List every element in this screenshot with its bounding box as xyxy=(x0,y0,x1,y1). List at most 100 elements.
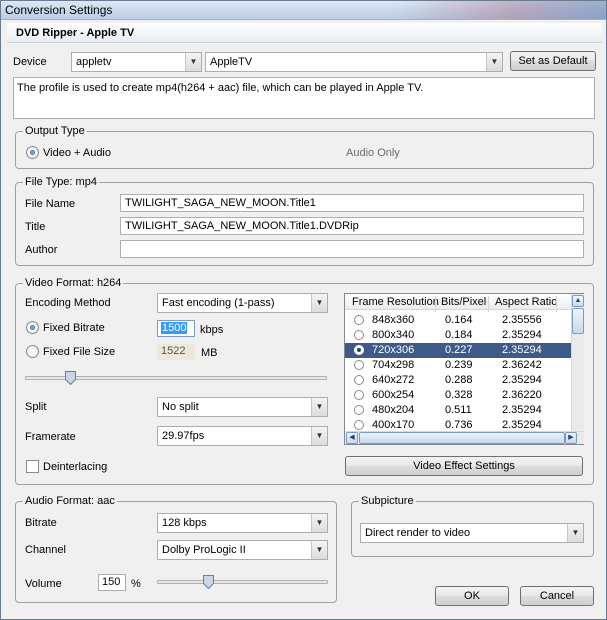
column-header-bits-pixel[interactable]: Bits/Pixel xyxy=(441,296,486,308)
deinterlacing-checkbox[interactable] xyxy=(26,460,39,473)
bits-pixel-cell: 0.239 xyxy=(445,359,473,371)
title-bar[interactable]: Conversion Settings xyxy=(1,1,606,20)
fixed-file-size-radio[interactable] xyxy=(26,345,39,358)
frame-resolution-cell: 720x306 xyxy=(372,344,415,356)
aspect-ratio-cell: 2.35294 xyxy=(502,344,542,356)
audio-bitrate-value: 128 kbps xyxy=(162,517,207,529)
aspect-ratio-cell: 2.36242 xyxy=(502,359,542,371)
audio-bitrate-select[interactable]: 128 kbps ▼ xyxy=(157,513,328,533)
frame-resolution-cell: 640x272 xyxy=(372,374,415,386)
bits-pixel-cell: 0.288 xyxy=(445,374,473,386)
device-category-select[interactable]: appletv ▼ xyxy=(71,52,202,72)
row-radio[interactable] xyxy=(354,420,364,430)
aspect-ratio-cell: 2.35294 xyxy=(502,374,542,386)
table-row[interactable]: 640x272 0.288 2.35294 xyxy=(345,373,571,388)
frame-resolution-cell: 400x170 xyxy=(372,419,415,431)
vertical-scrollbar[interactable]: ▲ xyxy=(571,294,584,431)
device-profile-value: AppleTV xyxy=(210,56,253,68)
column-separator xyxy=(556,296,557,312)
horizontal-scroll-thumb[interactable] xyxy=(359,432,565,444)
channel-select[interactable]: Dolby ProLogic II ▼ xyxy=(157,540,328,560)
row-radio[interactable] xyxy=(354,405,364,415)
fixed-bitrate-label[interactable]: Fixed Bitrate xyxy=(43,322,105,334)
table-row[interactable]: 848x360 0.164 2.35556 xyxy=(345,313,571,328)
device-label: Device xyxy=(13,56,47,68)
scroll-up-icon[interactable]: ▲ xyxy=(572,295,584,307)
aspect-ratio-cell: 2.35294 xyxy=(502,404,542,416)
profile-header: DVD Ripper - Apple TV xyxy=(7,23,602,43)
encoding-method-select[interactable]: Fast encoding (1-pass) ▼ xyxy=(157,293,328,313)
fixed-bitrate-radio[interactable] xyxy=(26,321,39,334)
chevron-down-icon: ▼ xyxy=(311,541,327,559)
row-radio[interactable] xyxy=(354,330,364,340)
table-row[interactable]: 480x204 0.511 2.35294 xyxy=(345,403,571,418)
scroll-left-icon[interactable]: ◀ xyxy=(346,432,358,444)
aspect-ratio-cell: 2.35294 xyxy=(502,419,542,431)
column-separator xyxy=(435,296,436,312)
row-radio[interactable] xyxy=(354,375,364,385)
chevron-down-icon: ▼ xyxy=(311,514,327,532)
horizontal-scrollbar[interactable]: ◀ ▶ xyxy=(345,431,584,444)
author-label: Author xyxy=(25,244,58,256)
volume-slider-thumb[interactable] xyxy=(203,575,215,589)
volume-value: 150 xyxy=(102,576,121,588)
resolution-table[interactable]: Frame Resolution Bits/Pixel Aspect Ratio… xyxy=(344,293,584,445)
title-label: Title xyxy=(25,221,46,233)
bitrate-slider-thumb[interactable] xyxy=(65,371,77,385)
aspect-ratio-cell: 2.35294 xyxy=(502,329,542,341)
bits-pixel-cell: 0.184 xyxy=(445,329,473,341)
row-radio[interactable] xyxy=(354,315,364,325)
bits-pixel-cell: 0.328 xyxy=(445,389,473,401)
row-radio[interactable] xyxy=(354,390,364,400)
set-as-default-button[interactable]: Set as Default xyxy=(510,51,596,71)
fixed-bitrate-input[interactable]: 1500 xyxy=(157,320,195,337)
subpicture-value: Direct render to video xyxy=(365,527,471,539)
channel-label: Channel xyxy=(25,544,66,556)
ok-button[interactable]: OK xyxy=(435,586,509,606)
chevron-down-icon: ▼ xyxy=(567,524,583,542)
fixed-file-size-label[interactable]: Fixed File Size xyxy=(43,346,115,358)
table-row[interactable]: 704x298 0.239 2.36242 xyxy=(345,358,571,373)
file-name-label: File Name xyxy=(25,198,76,210)
framerate-select[interactable]: 29.97fps ▼ xyxy=(157,426,328,446)
row-radio[interactable] xyxy=(354,360,364,370)
chevron-down-icon: ▼ xyxy=(311,294,327,312)
channel-value: Dolby ProLogic II xyxy=(162,544,246,556)
author-field[interactable] xyxy=(120,240,584,258)
cancel-button[interactable]: Cancel xyxy=(520,586,594,606)
resolution-table-header: Frame Resolution Bits/Pixel Aspect Ratio xyxy=(345,294,571,312)
scroll-right-icon[interactable]: ▶ xyxy=(565,432,577,444)
video-audio-radio[interactable] xyxy=(26,146,39,159)
video-audio-label[interactable]: Video + Audio xyxy=(43,147,111,159)
fixed-file-size-input[interactable]: 1522 xyxy=(157,344,195,360)
file-name-field[interactable]: TWILIGHT_SAGA_NEW_MOON.Title1 xyxy=(120,194,584,212)
profile-description-text: The profile is used to create mp4(h264 +… xyxy=(17,82,424,94)
volume-slider-track[interactable] xyxy=(157,580,328,584)
split-value: No split xyxy=(162,401,199,413)
bits-pixel-cell: 0.736 xyxy=(445,419,473,431)
conversion-settings-window: Conversion Settings DVD Ripper - Apple T… xyxy=(0,0,607,620)
split-select[interactable]: No split ▼ xyxy=(157,397,328,417)
volume-unit: % xyxy=(131,578,141,590)
split-label: Split xyxy=(25,401,47,413)
bits-pixel-cell: 0.511 xyxy=(445,404,472,416)
table-row[interactable]: 600x254 0.328 2.36220 xyxy=(345,388,571,403)
audio-only-option[interactable]: Audio Only xyxy=(346,147,400,159)
subpicture-select[interactable]: Direct render to video ▼ xyxy=(360,523,584,543)
deinterlacing-label[interactable]: Deinterlacing xyxy=(43,461,107,473)
title-bar-glare xyxy=(396,1,606,19)
column-header-frame-resolution[interactable]: Frame Resolution xyxy=(352,296,439,308)
column-header-aspect-ratio[interactable]: Aspect Ratio xyxy=(495,296,557,308)
device-profile-select[interactable]: AppleTV ▼ xyxy=(205,52,503,72)
volume-input[interactable]: 150 xyxy=(98,574,126,591)
row-radio[interactable] xyxy=(354,345,364,355)
bitrate-unit: kbps xyxy=(200,324,224,336)
audio-bitrate-label: Bitrate xyxy=(25,517,57,529)
table-row[interactable]: 800x340 0.184 2.35294 xyxy=(345,328,571,343)
table-row[interactable]: 720x306 0.227 2.35294 xyxy=(345,343,571,358)
title-field[interactable]: TWILIGHT_SAGA_NEW_MOON.Title1.DVDRip xyxy=(120,217,584,235)
window-title: Conversion Settings xyxy=(5,3,113,17)
frame-resolution-cell: 600x254 xyxy=(372,389,415,401)
scroll-thumb[interactable] xyxy=(572,308,584,334)
video-effect-settings-button[interactable]: Video Effect Settings xyxy=(345,456,583,476)
